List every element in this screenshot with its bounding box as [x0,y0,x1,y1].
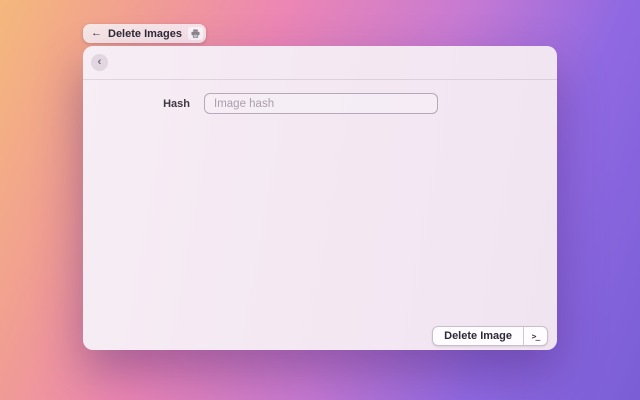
breadcrumb-label: Delete Images [108,27,182,40]
desktop-background: ← Delete Images ‹ Hash Delete Image >_ [0,0,640,400]
back-arrow-icon: ← [91,27,102,39]
hash-input[interactable] [204,93,438,114]
terminal-prompt-icon: >_ [531,331,541,341]
breadcrumb[interactable]: ← Delete Images [83,24,206,43]
hash-label: Hash [163,97,190,110]
delete-image-button[interactable]: Delete Image >_ [432,326,548,346]
delete-image-button-label: Delete Image [444,330,512,342]
printer-icon [187,27,203,40]
back-button[interactable]: ‹ [91,54,108,71]
hash-form-row: Hash [83,93,557,114]
window-header: ‹ [83,46,557,80]
command-window: ‹ Hash Delete Image >_ [83,46,557,350]
